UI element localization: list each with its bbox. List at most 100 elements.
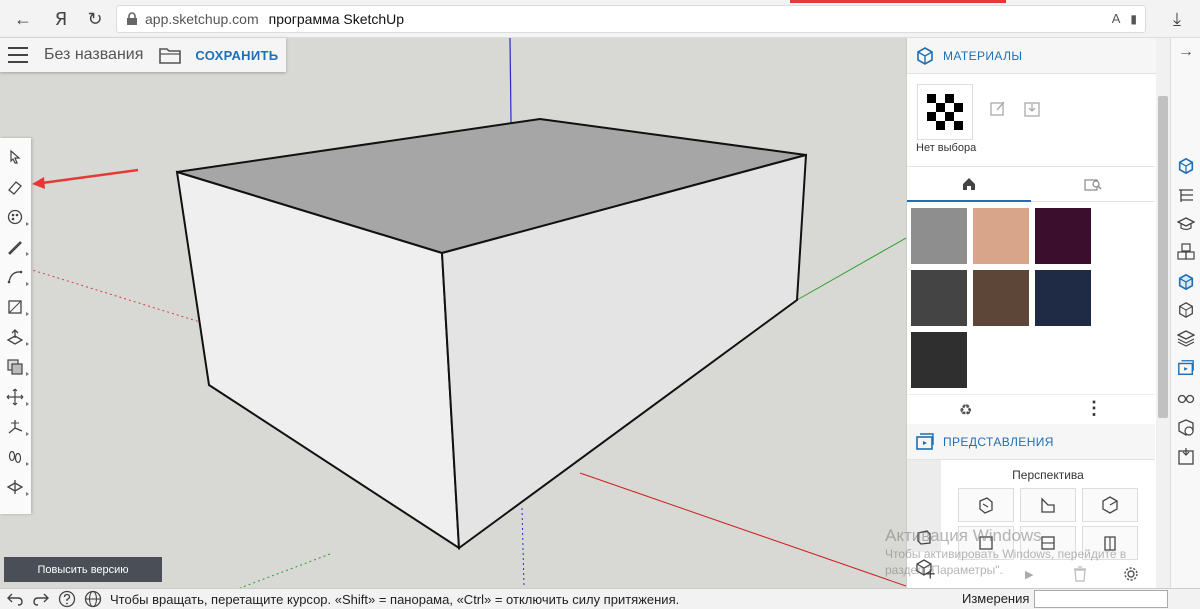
footprints-icon — [8, 450, 22, 464]
scrollbar-thumb[interactable] — [1158, 96, 1168, 418]
tab-home[interactable] — [907, 167, 1031, 202]
app-title-bar: Без названия СОХРАНИТЬ — [0, 38, 286, 72]
redo-button[interactable] — [30, 590, 52, 608]
axes-tool[interactable] — [4, 416, 29, 438]
arc-tool[interactable] — [4, 266, 29, 288]
views-footer: + ▶ — [907, 560, 1155, 588]
play-scene-icon[interactable]: ▶ — [1025, 568, 1033, 581]
recycle-icon[interactable]: ♻ — [959, 401, 972, 419]
hamburger-menu-icon[interactable] — [8, 47, 28, 63]
rail-entity-info[interactable] — [1176, 156, 1196, 176]
active-tab-indicator — [790, 0, 1006, 3]
components-icon — [1177, 243, 1195, 260]
more-options-icon[interactable]: ⋮ — [1085, 398, 1103, 419]
rail-layers[interactable] — [1176, 328, 1196, 348]
view-top-button[interactable] — [958, 526, 1014, 560]
language-button[interactable] — [82, 590, 104, 608]
cursor-arrow-icon — [10, 149, 21, 164]
collapse-arrow-icon[interactable]: → — [1176, 42, 1196, 62]
cube-icon — [917, 46, 933, 65]
line-tool[interactable] — [4, 236, 29, 258]
views-header[interactable]: ПРЕДСТАВЛЕНИЯ — [907, 424, 1155, 460]
walk-tool[interactable] — [4, 446, 29, 468]
address-bar[interactable]: app.sketchup.com программа SketchUp A ▮ — [116, 5, 1146, 33]
rail-styles[interactable] — [1176, 300, 1196, 320]
url-host: app.sketchup.com — [145, 11, 259, 27]
rail-outliner[interactable] — [1176, 186, 1196, 206]
arc-icon — [7, 270, 23, 284]
view-left-button[interactable] — [1082, 526, 1138, 560]
select-tool[interactable] — [4, 146, 26, 168]
view-front-button[interactable] — [1020, 488, 1076, 522]
section-plane-tool[interactable] — [4, 476, 29, 498]
gear-icon[interactable] — [1123, 566, 1139, 582]
views-title: ПРЕДСТАВЛЕНИЯ — [943, 434, 1054, 449]
measurements-input[interactable] — [1034, 590, 1168, 608]
add-scene-icon[interactable]: + — [925, 564, 936, 585]
swatch-1[interactable] — [973, 208, 1029, 264]
translate-icon[interactable]: A — [1112, 11, 1121, 26]
rail-materials[interactable] — [1176, 272, 1196, 292]
tab-browse[interactable] — [1031, 167, 1155, 202]
panel-icon-rail: → — [1170, 38, 1200, 588]
selected-material-preview[interactable] — [917, 84, 973, 140]
back-button[interactable]: ← — [10, 6, 36, 32]
swatch-5[interactable] — [1035, 270, 1091, 326]
bookmark-icon[interactable]: ▮ — [1130, 12, 1137, 26]
rail-solid-inspector[interactable] — [1176, 418, 1196, 438]
rail-components[interactable] — [1176, 242, 1196, 262]
rectangle-tool[interactable] — [4, 296, 29, 318]
views-section: ПРЕДСТАВЛЕНИЯ Перспектива — [907, 424, 1155, 576]
upgrade-button[interactable]: Повысить версию — [4, 557, 162, 582]
offset-tool[interactable] — [4, 356, 29, 378]
rail-display[interactable] — [1176, 388, 1196, 408]
back-view-icon — [1041, 536, 1055, 550]
push-pull-tool[interactable] — [4, 326, 29, 348]
download-button[interactable]: ⤓ — [1164, 6, 1190, 32]
swatch-0[interactable] — [911, 208, 967, 264]
paint-palette-icon — [7, 209, 23, 225]
panel-scrollbar[interactable] — [1156, 38, 1170, 588]
top-view-icon — [979, 536, 993, 550]
rectangle-icon — [8, 300, 22, 314]
section-plane-icon — [6, 480, 24, 494]
redo-icon — [33, 593, 49, 606]
back-arrow-icon: ← — [14, 8, 32, 29]
materials-header[interactable]: МАТЕРИАЛЫ — [907, 38, 1156, 74]
push-pull-icon — [6, 329, 24, 345]
move-arrows-icon — [6, 388, 24, 406]
styles-cube-icon — [1179, 302, 1193, 318]
rail-extensions[interactable] — [1176, 446, 1196, 466]
checkerboard-icon — [927, 94, 963, 130]
import-material-icon[interactable] — [1023, 100, 1041, 118]
image-search-icon — [1084, 178, 1102, 191]
folder-icon[interactable] — [159, 46, 182, 64]
document-title[interactable]: Без названия — [44, 46, 143, 64]
yandex-button[interactable]: Я — [48, 6, 74, 32]
swatch-4[interactable] — [973, 270, 1029, 326]
materials-title: МАТЕРИАЛЫ — [943, 48, 1023, 63]
view-back-button[interactable] — [1020, 526, 1076, 560]
rail-instructor[interactable] — [1176, 214, 1196, 234]
materials-footer: ♻ ⋮ — [907, 394, 1155, 424]
undo-button[interactable] — [4, 590, 26, 608]
house-view-icon — [1041, 497, 1055, 513]
edit-material-icon[interactable] — [989, 100, 1007, 118]
reload-button[interactable]: ↻ — [82, 6, 108, 32]
view-iso-button[interactable] — [958, 488, 1014, 522]
view-right-button[interactable] — [1082, 488, 1138, 522]
save-button[interactable]: СОХРАНИТЬ — [195, 48, 278, 63]
swatch-6[interactable] — [911, 332, 967, 388]
annotation-arrow-line — [41, 168, 139, 185]
help-button[interactable] — [56, 590, 78, 608]
swatch-2[interactable] — [1035, 208, 1091, 264]
move-tool[interactable] — [4, 386, 29, 408]
view-cube-icon[interactable] — [915, 528, 933, 546]
page-title: программа SketchUp — [268, 11, 405, 27]
paint-bucket-tool[interactable] — [4, 206, 29, 228]
rail-scenes[interactable] — [1176, 358, 1196, 378]
eraser-tool[interactable] — [4, 176, 26, 198]
trash-icon[interactable] — [1073, 566, 1087, 582]
swatch-3[interactable] — [911, 270, 967, 326]
model-viewport[interactable] — [0, 38, 906, 588]
